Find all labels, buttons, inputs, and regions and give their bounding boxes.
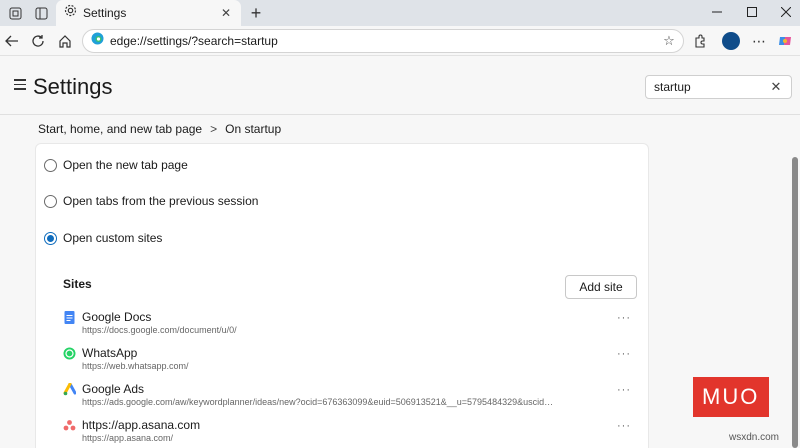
watermark-site: wsxdn.com (729, 432, 780, 443)
tab-title: Settings (83, 6, 127, 20)
google-docs-icon (63, 311, 76, 324)
list-item: Google Ads https://ads.google.com/aw/key… (63, 382, 633, 410)
more-options-icon[interactable]: ⋯ (750, 32, 768, 50)
extensions-icon[interactable] (691, 32, 709, 50)
address-bar[interactable]: edge://settings/?search=startup ☆ (82, 29, 684, 53)
radio-button[interactable] (44, 194, 57, 208)
asana-icon (63, 419, 76, 432)
option-previous-session[interactable]: Open tabs from the previous session (44, 190, 258, 212)
radio-button[interactable] (44, 158, 57, 172)
option-label: Open tabs from the previous session (63, 194, 259, 208)
breadcrumb-separator: > (210, 122, 218, 136)
edge-logo-icon (91, 32, 104, 50)
settings-search[interactable]: ✕ (645, 75, 792, 99)
search-input[interactable] (654, 80, 766, 94)
vertical-tabs-icon[interactable] (32, 4, 50, 22)
site-name: https://app.asana.com (82, 418, 201, 432)
site-url: https://web.whatsapp.com/ (82, 361, 189, 371)
site-name: Google Docs (82, 310, 152, 324)
site-name: Google Ads (82, 382, 145, 396)
close-window-icon[interactable] (775, 3, 797, 21)
startup-card: Open the new tab page Open tabs from the… (35, 143, 649, 448)
list-item: WhatsApp https://web.whatsapp.com/ ··· (63, 346, 633, 374)
more-actions-icon[interactable]: ··· (617, 312, 631, 324)
whatsapp-icon (63, 347, 76, 360)
radio-button-selected[interactable] (44, 231, 57, 245)
menu-icon[interactable] (14, 79, 26, 93)
more-actions-icon[interactable]: ··· (617, 420, 631, 432)
breadcrumb-current: On startup (225, 122, 282, 136)
scrollbar[interactable] (792, 157, 798, 448)
gear-icon (64, 4, 77, 22)
google-ads-icon (63, 382, 77, 396)
maximize-icon[interactable] (741, 3, 763, 21)
muo-logo-text: MUO (702, 384, 760, 409)
tab-strip: Settings ✕ + (0, 0, 800, 26)
list-item: Google Docs https://docs.google.com/docu… (63, 310, 633, 338)
close-tab-icon[interactable]: ✕ (217, 6, 235, 20)
option-label: Open custom sites (63, 231, 163, 245)
option-label: Open the new tab page (63, 158, 188, 172)
minimize-icon[interactable] (706, 3, 728, 21)
option-custom-sites[interactable]: Open custom sites (44, 227, 162, 249)
option-new-tab[interactable]: Open the new tab page (44, 154, 188, 176)
new-tab-button[interactable]: + (246, 3, 266, 23)
workspaces-icon[interactable] (6, 4, 24, 22)
site-url: https://app.asana.com/ (82, 433, 174, 443)
browser-toolbar: edge://settings/?search=startup ☆ ⋯ (0, 26, 800, 56)
back-icon[interactable] (3, 32, 21, 50)
settings-page: Settings ✕ Start, home, and new tab page… (0, 57, 800, 448)
site-name: WhatsApp (82, 346, 138, 360)
breadcrumb: Start, home, and new tab page > On start… (38, 122, 281, 136)
add-site-button[interactable]: Add site (565, 275, 637, 299)
tab-settings[interactable]: Settings ✕ (56, 0, 241, 26)
more-actions-icon[interactable]: ··· (617, 384, 631, 396)
site-url: https://ads.google.com/aw/keywordplanner… (82, 397, 554, 407)
list-item: https://app.asana.com https://app.asana.… (63, 418, 633, 446)
avatar[interactable] (722, 32, 740, 50)
page-title: Settings (33, 74, 113, 99)
home-icon[interactable] (56, 32, 74, 50)
clear-search-icon[interactable]: ✕ (766, 79, 786, 95)
more-actions-icon[interactable]: ··· (617, 348, 631, 360)
refresh-icon[interactable] (29, 32, 47, 50)
header-divider (0, 114, 800, 115)
site-url: https://docs.google.com/document/u/0/ (82, 325, 237, 335)
url-text: edge://settings/?search=startup (110, 34, 278, 48)
copilot-icon[interactable] (776, 32, 794, 50)
breadcrumb-parent[interactable]: Start, home, and new tab page (38, 122, 202, 136)
sites-heading: Sites (63, 277, 92, 291)
favorite-star-icon[interactable]: ☆ (659, 33, 679, 49)
